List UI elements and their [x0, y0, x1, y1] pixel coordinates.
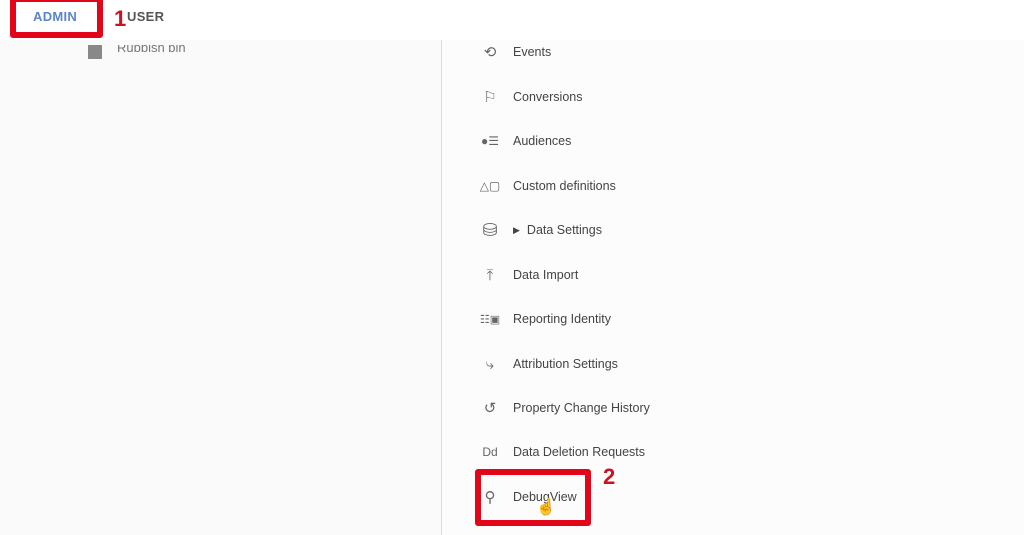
menu-item-data-deletion-requests[interactable]: Dd Data Deletion Requests	[478, 437, 778, 467]
annotation-number-1: 1	[114, 6, 127, 31]
menu-item-reporting-identity[interactable]: ☷▣ Reporting Identity	[478, 304, 778, 334]
account-column	[0, 40, 441, 535]
menu-item-attribution-settings[interactable]: ⤷ Attribution Settings	[478, 349, 778, 379]
shapes-icon: △▢	[479, 179, 501, 193]
upload-icon: ⤒	[486, 266, 494, 284]
trash-icon	[88, 45, 102, 59]
menu-item-conversions[interactable]: ⚐ Conversions	[478, 82, 778, 112]
annotation-number-2: 2	[603, 464, 616, 489]
menu-item-data-settings[interactable]: ⛁ ▶ Data Settings	[478, 215, 778, 245]
audiences-icon: ●☰	[480, 134, 499, 148]
top-bar: ADMIN USER	[0, 0, 1024, 40]
menu-item-property-change-history[interactable]: ↺ Property Change History	[478, 393, 778, 423]
highlight-box-debugview	[475, 469, 591, 526]
expand-caret-icon[interactable]: ▶	[513, 225, 520, 236]
attribution-icon: ⤷	[485, 355, 495, 373]
tab-user[interactable]: USER	[127, 9, 164, 24]
menu-item-data-import[interactable]: ⤒ Data Import	[478, 260, 778, 290]
dd-icon: Dd	[482, 445, 498, 459]
identity-icon: ☷▣	[479, 313, 501, 326]
menu-item-custom-definitions[interactable]: △▢ Custom definitions	[478, 171, 778, 201]
database-icon: ⛁	[482, 219, 498, 240]
highlight-box-admin	[10, 0, 103, 38]
menu-item-audiences[interactable]: ●☰ Audiences	[478, 126, 778, 156]
history-icon: ↺	[483, 400, 497, 417]
flag-icon: ⚐	[483, 89, 497, 106]
events-icon: ⟲	[483, 44, 497, 61]
hand-cursor-icon: ☝	[536, 499, 556, 516]
